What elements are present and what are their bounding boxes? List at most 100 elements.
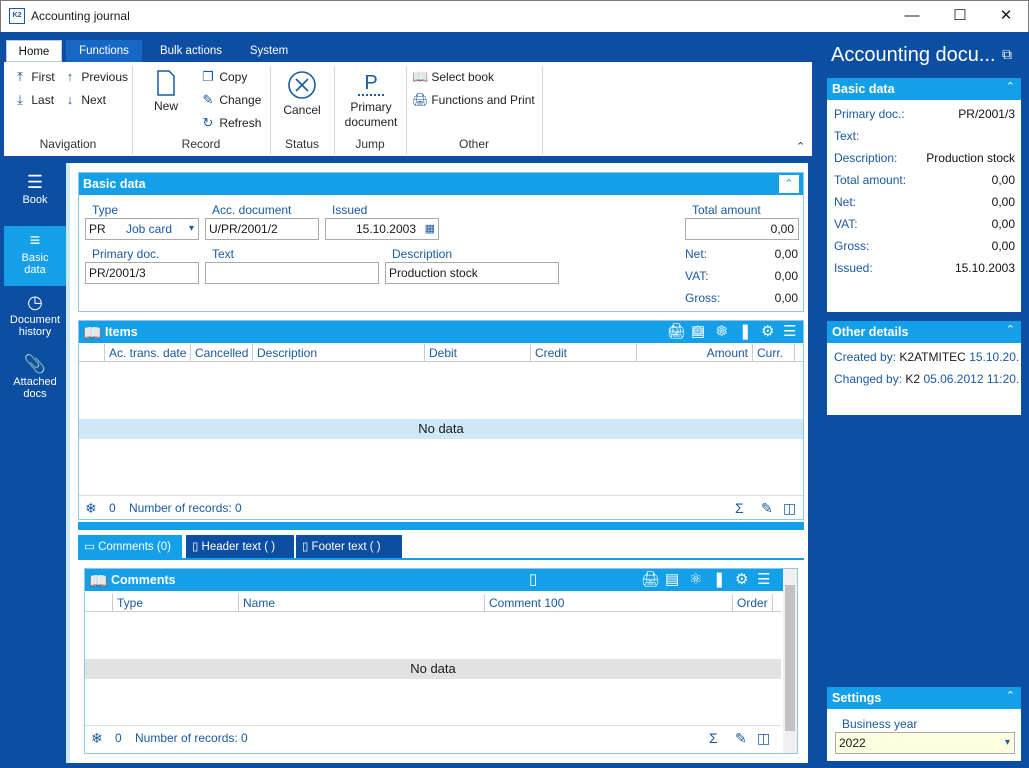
collapse-chevron-icon[interactable]: ⌃: [1006, 80, 1015, 93]
cancel-button[interactable]: Cancel: [280, 70, 324, 117]
hierarchy-icon[interactable]: ⚛: [689, 569, 702, 591]
row-value: 0,00: [991, 239, 1015, 253]
columns-icon[interactable]: ❚: [739, 321, 752, 343]
tab-comments[interactable]: ▭ Comments (0): [78, 535, 182, 559]
scrollbar[interactable]: [783, 569, 797, 753]
business-year-select[interactable]: 2022 ▾: [835, 732, 1015, 754]
items-count: 0: [109, 501, 116, 515]
collapse-chevron-icon[interactable]: ⌃: [779, 175, 799, 193]
copy-button[interactable]: ❐ Copy: [200, 69, 247, 85]
accdoc-field[interactable]: U/PR/2001/2: [205, 218, 319, 240]
dropdown-icon[interactable]: ▾: [1005, 733, 1010, 753]
changed-row: Changed by: K2 05.06.2012 11:20...: [834, 368, 1020, 390]
hamburger-icon[interactable]: ☰: [757, 569, 770, 591]
print-icon[interactable]: 🖨: [667, 321, 686, 343]
row-value: 15.10.2003: [954, 261, 1015, 275]
col-cancelled[interactable]: Cancelled: [191, 344, 253, 362]
right-basic-title: Basic data: [832, 82, 895, 96]
first-label: First: [31, 70, 55, 84]
tab-footer-text[interactable]: ▯ Footer text ( ): [296, 535, 402, 559]
first-button[interactable]: ⤒ First: [12, 69, 55, 85]
issued-field[interactable]: 15.10.2003 ▦: [325, 218, 439, 240]
change-button[interactable]: ✎ Change: [200, 92, 262, 108]
tab-functions[interactable]: Functions: [66, 40, 142, 62]
nav-attached-docs-label: Attached docs: [13, 376, 57, 400]
select-book-button[interactable]: 📖 Select book: [412, 69, 494, 85]
col-order[interactable]: Order: [733, 594, 773, 612]
tab-header-text[interactable]: ▯ Header text ( ): [186, 535, 294, 559]
collapse-chevron-icon[interactable]: ⌃: [1006, 689, 1015, 702]
print-icon[interactable]: 🖨: [641, 569, 660, 591]
previous-button[interactable]: ↑ Previous: [62, 69, 128, 84]
last-button[interactable]: ⤓ Last: [12, 92, 54, 108]
collapse-ribbon-icon[interactable]: ⌃: [796, 140, 805, 153]
basic-data-header: Basic data: [79, 173, 803, 195]
col-amount[interactable]: Amount: [637, 344, 753, 362]
scrollbar-thumb[interactable]: [785, 585, 795, 731]
minimize-icon[interactable]: —: [889, 1, 935, 32]
splitter[interactable]: [78, 522, 804, 530]
chart-icon[interactable]: ▤: [665, 569, 679, 591]
nav-basic-data[interactable]: ≡ Basic data: [4, 226, 66, 286]
sum-icon[interactable]: Σ: [709, 726, 718, 750]
primary-document-button[interactable]: P Primary document: [340, 72, 402, 130]
hamburger-icon[interactable]: ☰: [783, 321, 796, 343]
accdoc-label: Acc. document: [212, 203, 292, 217]
chart-icon[interactable]: ▤: [691, 321, 705, 343]
items-grid-header: Ac. trans. date Cancelled Description De…: [79, 344, 803, 362]
settings-icon[interactable]: ⚙: [761, 321, 774, 343]
col-type[interactable]: Type: [113, 594, 239, 612]
settings-icon[interactable]: ⚙: [735, 569, 748, 591]
items-panel: Items 📖 ⚙ ⚙ ⚙ 🖨 ▤ ⚛ ❚ ⚙ ☰ Ac. trans. dat…: [78, 320, 804, 520]
type-field[interactable]: PR Job card ▾: [85, 218, 199, 240]
cancel-circle-icon: [288, 71, 316, 99]
hierarchy-icon[interactable]: ⚛: [715, 321, 728, 343]
col-debit[interactable]: Debit: [425, 344, 531, 362]
add-record-icon[interactable]: ◫: [783, 496, 796, 520]
app-logo-icon: K2: [9, 8, 25, 24]
tab-home[interactable]: Home: [6, 40, 62, 62]
nav-book[interactable]: ☰ Book: [4, 170, 66, 224]
next-button[interactable]: ↓ Next: [62, 92, 106, 107]
document-icon: [157, 70, 175, 96]
add-record-icon[interactable]: ◫: [757, 726, 770, 750]
col-ac-trans-date[interactable]: Ac. trans. date: [105, 344, 191, 362]
col-name[interactable]: Name: [239, 594, 485, 612]
primary-field[interactable]: PR/2001/3: [85, 262, 199, 284]
created-label: Created by:: [834, 350, 897, 364]
sum-icon[interactable]: Σ: [735, 496, 744, 520]
popout-icon[interactable]: ⧉: [1002, 46, 1012, 63]
dropdown-icon[interactable]: ▾: [189, 219, 194, 239]
row-key: Total amount:: [834, 173, 907, 187]
collapse-chevron-icon[interactable]: ⌃: [1006, 323, 1015, 336]
functions-print-button[interactable]: 🖨 Functions and Print: [412, 92, 535, 108]
snowflake-icon[interactable]: ❄: [85, 496, 97, 520]
functions-print-label: Functions and Print: [431, 93, 535, 107]
book-icon: 📖: [89, 573, 108, 590]
edit-icon[interactable]: ✎: [761, 496, 773, 520]
new-button[interactable]: New: [148, 70, 184, 113]
description-field[interactable]: Production stock: [385, 262, 559, 284]
text-field[interactable]: [205, 262, 379, 284]
col-comment[interactable]: Comment 100: [485, 594, 733, 612]
snowflake-icon[interactable]: ❄: [91, 726, 103, 750]
total-field[interactable]: 0,00: [685, 218, 799, 240]
nav-document-history[interactable]: ◷ Document history: [4, 290, 66, 348]
tab-system[interactable]: System: [240, 40, 298, 62]
col-credit[interactable]: Credit: [531, 344, 637, 362]
edit-icon[interactable]: ✎: [735, 726, 747, 750]
col-curr[interactable]: Curr.: [753, 344, 795, 362]
refresh-button[interactable]: ↻ Refresh: [200, 115, 262, 131]
primary-document-icon: P: [358, 72, 384, 96]
items-no-data: No data: [79, 419, 803, 439]
calendar-icon[interactable]: ▦: [425, 219, 435, 239]
row-value: Production stock: [926, 151, 1015, 165]
last-label: Last: [31, 93, 55, 107]
tab-bulk-actions[interactable]: Bulk actions: [150, 40, 232, 62]
close-icon[interactable]: ✕: [983, 1, 1029, 32]
new-document-icon[interactable]: ▯: [529, 569, 537, 591]
maximize-icon[interactable]: ☐: [937, 1, 983, 32]
nav-attached-docs[interactable]: 📎 Attached docs: [4, 352, 66, 410]
col-description[interactable]: Description: [253, 344, 425, 362]
columns-icon[interactable]: ❚: [713, 569, 726, 591]
